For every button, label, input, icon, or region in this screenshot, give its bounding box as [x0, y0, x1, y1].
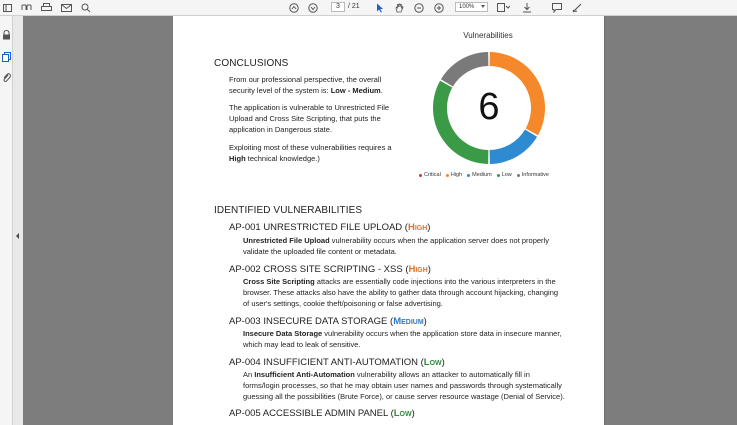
toolbar: 3 / 21 100%	[0, 0, 737, 16]
vuln-title-ap-003: AP-003 INSECURE DATA STORAGE (Medium)	[229, 316, 427, 327]
donut-slice-medium	[489, 129, 538, 164]
left-rail	[0, 16, 13, 425]
legend-item-critical: Critical	[419, 172, 441, 178]
legend-label: Low	[501, 172, 512, 178]
document-page: CONCLUSIONS From our professional perspe…	[173, 16, 605, 425]
legend-label: Medium	[472, 172, 492, 178]
severity-badge: Low	[423, 357, 442, 368]
page-edge-shadow	[604, 16, 605, 425]
sidebar-toggle-icon[interactable]	[2, 0, 12, 15]
hand-icon[interactable]	[393, 0, 405, 15]
vuln-title-ap-002: AP-002 CROSS SITE SCRIPTING - XSS (High)	[229, 264, 431, 275]
chevron-down-icon	[481, 5, 485, 8]
legend-label: High	[450, 172, 463, 178]
collapse-panel-icon[interactable]	[16, 233, 19, 239]
lock-icon[interactable]	[2, 27, 11, 45]
vuln-title-ap-004: AP-004 INSUFFICIENT ANTI-AUTOMATION (Low…	[229, 357, 445, 368]
page-number-input[interactable]: 3	[331, 2, 345, 12]
copy-pages-icon[interactable]	[2, 49, 11, 67]
page-total-label: / 21	[348, 3, 360, 10]
total-count-label: 6	[478, 86, 499, 128]
email-icon[interactable]	[60, 0, 72, 15]
chart-title: Vulnerabilities	[463, 31, 513, 40]
download-icon[interactable]	[521, 0, 533, 15]
print-icon[interactable]	[40, 0, 52, 15]
legend-label: Informative	[521, 172, 549, 178]
legend-swatch	[445, 173, 449, 177]
search-icon[interactable]	[80, 0, 92, 15]
zoom-in-icon[interactable]	[433, 0, 445, 15]
legend-item-low: Low	[496, 172, 512, 178]
vuln-title-ap-001: AP-001 UNRESTRICTED FILE UPLOAD (High)	[229, 222, 431, 233]
vuln-desc-ap-004: An Insufficient Anti-Automation vulnerab…	[243, 370, 565, 402]
fit-page-icon[interactable]	[496, 0, 510, 15]
legend-item-informative: Informative	[516, 172, 549, 178]
vuln-desc-ap-003: Insecure Data Storage vulnerability occu…	[243, 329, 562, 350]
legend-item-medium: Medium	[467, 172, 492, 178]
vuln-title-ap-005: AP-005 ACCESSIBLE ADMIN PANEL (Low)	[229, 408, 415, 419]
conclusions-heading: CONCLUSIONS	[214, 58, 289, 69]
donut-slice-informative	[440, 52, 489, 87]
page-up-icon[interactable]	[288, 0, 300, 15]
vuln-desc-ap-001: Unrestricted File Upload vulnerability o…	[243, 236, 549, 257]
vulnerabilities-donut-chart: 6	[433, 52, 545, 164]
chart-legend: Critical High Medium Low Informative	[419, 172, 554, 178]
severity-badge: High	[407, 222, 428, 233]
page-down-icon[interactable]	[307, 0, 319, 15]
zoom-out-icon[interactable]	[413, 0, 425, 15]
legend-swatch	[496, 173, 500, 177]
identified-heading: IDENTIFIED VULNERABILITIES	[214, 205, 363, 216]
legend-swatch	[467, 173, 471, 177]
conclusions-paragraph-3: Exploiting most of these vulnerabilities…	[229, 143, 392, 164]
legend-swatch	[516, 173, 520, 177]
legend-swatch	[419, 173, 422, 177]
attachment-icon[interactable]	[2, 70, 11, 88]
draw-icon[interactable]	[571, 0, 583, 15]
comment-icon[interactable]	[551, 0, 563, 15]
severity-badge: Medium	[393, 316, 424, 327]
cursor-icon[interactable]	[374, 0, 386, 15]
conclusions-paragraph-2: The application is vulnerable to Unrestr…	[229, 103, 390, 135]
severity-badge: Low	[393, 408, 412, 419]
legend-label: Critical	[424, 172, 441, 178]
bookmark-icon[interactable]	[20, 0, 32, 15]
severity-badge: High	[408, 264, 428, 275]
vuln-desc-ap-002: Cross Site Scripting attacks are essenti…	[243, 277, 559, 309]
conclusions-paragraph-1: From our professional perspective, the o…	[229, 75, 383, 96]
panel-collapse-strip	[13, 16, 23, 425]
legend-item-high: High	[445, 172, 463, 178]
